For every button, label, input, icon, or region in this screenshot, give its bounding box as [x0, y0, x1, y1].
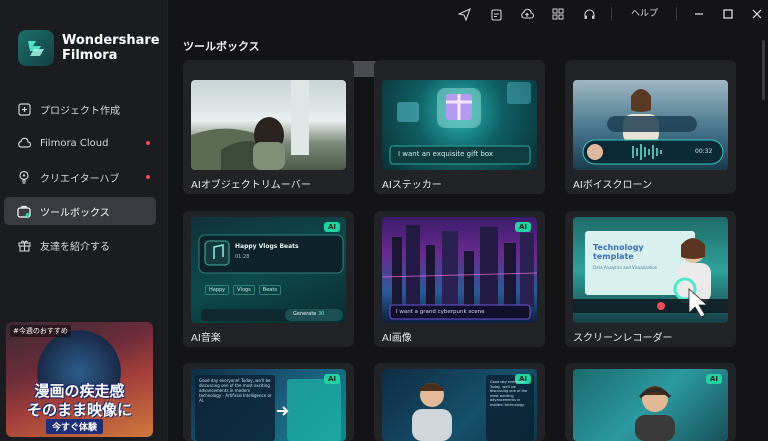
thumbnail: AI — [573, 369, 728, 441]
tag-chip[interactable]: Beats — [258, 285, 281, 295]
ai-badge: AI — [514, 222, 531, 232]
headset-icon[interactable] — [580, 5, 598, 23]
notification-dot — [146, 141, 150, 145]
generate-label: Generate — [293, 311, 317, 317]
divider — [676, 7, 677, 21]
sidebar-item-label: ツールボックス — [40, 207, 110, 219]
plus-square-icon — [16, 101, 32, 117]
tool-card-label: AIボイスクローン — [573, 180, 652, 191]
thumbnail: AI Good day everyone! Today, we'll be di… — [382, 369, 537, 441]
tool-card-ai-music[interactable]: AI Happy Vlogs Beats 01:28 Happy Vlogs B… — [183, 211, 354, 347]
ai-badge: AI — [323, 222, 340, 232]
tool-card-label: AI音楽 — [191, 333, 221, 344]
tool-card-ai-sticker[interactable]: I want an exquisite gift box AIステッカー — [374, 60, 545, 194]
script-text: Good day everyone! Today, we'll be discu… — [199, 378, 272, 403]
sidebar-item-label: Filmora Cloud — [40, 137, 109, 149]
promo-cta-button[interactable]: 今すぐ体験 — [46, 419, 104, 434]
cloud-upload-icon[interactable] — [518, 5, 536, 23]
sidebar-item-label: 友達を紹介する — [40, 241, 110, 253]
thumbnail — [191, 80, 346, 170]
thumbnail: Technology template Data Analytics and V… — [573, 217, 728, 323]
tool-card-ai-image[interactable]: AI I want a grand cyberpunk scene AI画像 — [374, 211, 545, 347]
tag-chip[interactable]: Happy — [205, 285, 230, 295]
prompt-caption: I want a grand cyberpunk scene — [396, 309, 485, 315]
title-bar: ヘルプ — [168, 0, 768, 28]
ai-badge: AI — [323, 374, 340, 384]
gift-icon — [16, 237, 32, 253]
tool-card-label: AIオブジェクトリムーバー — [191, 180, 311, 191]
prompt-caption: I want an exquisite gift box — [398, 150, 494, 158]
thumbnail: AI I want a grand cyberpunk scene — [382, 217, 537, 323]
sidebar-item-label: クリエイターハブ — [40, 173, 120, 185]
tool-card-screen-recorder[interactable]: Technology template Data Analytics and V… — [565, 211, 736, 347]
sidebar-item-filmora-cloud[interactable]: Filmora Cloud — [4, 129, 156, 157]
thumbnail: I want an exquisite gift box — [382, 80, 537, 170]
sidebar-item-label: プロジェクト作成 — [40, 105, 120, 117]
divider — [611, 7, 612, 21]
tag-chip[interactable]: Vlogs — [233, 285, 255, 295]
bulb-icon — [16, 169, 32, 185]
tool-card-ai-presenter[interactable]: AI — [565, 363, 736, 441]
minimize-icon[interactable] — [690, 5, 708, 23]
thumbnail: AI Good day everyone! Today, we'll be di… — [191, 369, 346, 441]
sidebar-item-toolbox[interactable]: ツールボックス — [4, 197, 156, 225]
brand-name-line1: Wondershare — [62, 33, 160, 48]
track-title: Happy Vlogs Beats — [235, 243, 299, 250]
slide-subtitle: Data Analytics and Visualization — [593, 265, 658, 270]
thumbnail: 00:32 — [573, 80, 728, 170]
maximize-icon[interactable] — [719, 5, 737, 23]
sidebar: Wondershare Filmora プロジェクト作成 Filmora Clo… — [0, 0, 168, 441]
sidebar-item-create-project[interactable]: プロジェクト作成 — [4, 95, 156, 123]
sidebar-item-creator-hub[interactable]: クリエイターハブ — [4, 163, 156, 191]
brand[interactable]: Wondershare Filmora — [18, 30, 160, 66]
ai-badge: AI — [705, 374, 722, 384]
promo-headline-1: 漫画の疾走感 — [34, 382, 125, 400]
voice-duration: 00:32 — [695, 148, 713, 155]
script-text: Good day everyone! Today, we'll be discu… — [490, 380, 528, 407]
credit-count: 30 — [317, 311, 325, 317]
tool-card-ai-text-video[interactable]: AI Good day everyone! Today, we'll be di… — [183, 363, 354, 441]
tool-card-label: スクリーンレコーダー — [573, 333, 673, 344]
promo-headline-2: そのまま映像に — [26, 401, 132, 419]
clipboard-icon[interactable] — [487, 5, 505, 23]
page-title: ツールボックス — [183, 40, 260, 53]
tool-card-ai-object-remover[interactable]: AIオブジェクトリムーバー — [183, 60, 354, 194]
track-time: 01:28 — [235, 254, 250, 260]
promo-banner[interactable]: #今週のおすすめ 漫画の疾走感 そのまま映像に 今すぐ体験 — [6, 322, 153, 437]
grid-icon[interactable] — [549, 5, 567, 23]
thumbnail: AI Happy Vlogs Beats 01:28 Happy Vlogs B… — [191, 217, 346, 323]
tool-card-ai-avatar[interactable]: AI Good day everyone! Today, we'll be di… — [374, 363, 545, 441]
filmora-logo-icon — [18, 30, 54, 66]
sidebar-item-refer-friend[interactable]: 友達を紹介する — [4, 231, 156, 259]
chip-row: Happy Vlogs Beats — [205, 285, 281, 295]
help-menu[interactable]: ヘルプ — [631, 6, 658, 19]
promo-tag: #今週のおすすめ — [10, 325, 71, 337]
cloud-icon — [16, 135, 32, 151]
slide-title: Technology template — [593, 243, 644, 261]
sidebar-nav: プロジェクト作成 Filmora Cloud クリエイターハブ ツールボックス — [4, 95, 156, 265]
tool-card-label: AIステッカー — [382, 180, 442, 191]
send-icon[interactable] — [455, 5, 473, 23]
tool-card-ai-voice-clone[interactable]: 00:32 AIボイスクローン — [565, 60, 736, 194]
scrollbar[interactable] — [762, 40, 765, 100]
brand-name-line2: Filmora — [62, 48, 118, 63]
notification-dot — [146, 175, 150, 179]
close-icon[interactable] — [748, 5, 766, 23]
toolbox-icon — [16, 203, 32, 219]
tool-card-label: AI画像 — [382, 333, 412, 344]
